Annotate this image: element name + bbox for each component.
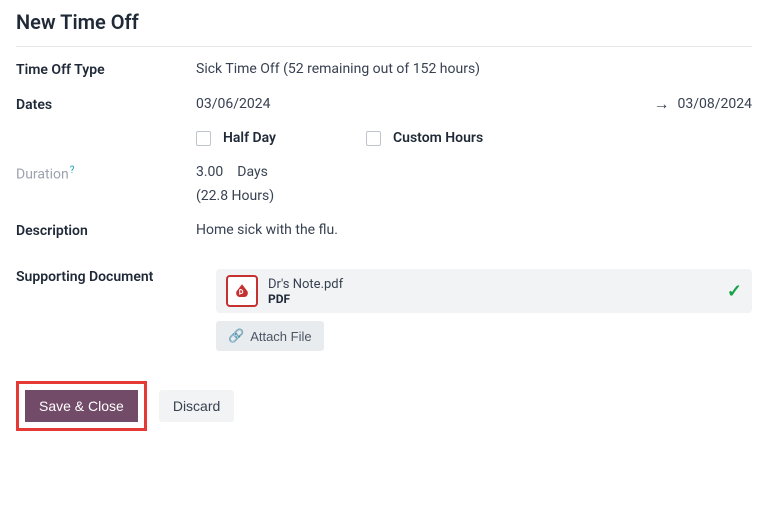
file-name: Dr's Note.pdf: [268, 277, 343, 292]
file-type: PDF: [268, 292, 343, 306]
attach-file-label: Attach File: [250, 329, 311, 344]
row-time-off-type: Time Off Type Sick Time Off (52 remainin…: [16, 61, 752, 78]
custom-hours-label: Custom Hours: [393, 130, 483, 146]
checkbox-icon: [196, 131, 211, 146]
half-day-label: Half Day: [223, 130, 276, 146]
label-duration: Duration?: [16, 164, 196, 183]
arrow-right-icon: →: [654, 96, 670, 112]
half-day-checkbox[interactable]: Half Day: [196, 130, 276, 146]
save-and-close-button[interactable]: Save & Close: [25, 390, 138, 422]
label-time-off-type: Time Off Type: [16, 61, 196, 78]
uploaded-file[interactable]: Dr's Note.pdf PDF ✓: [216, 269, 752, 313]
duration-unit: Days: [237, 164, 268, 180]
page-title: New Time Off: [16, 10, 752, 46]
value-time-off-type[interactable]: Sick Time Off (52 remaining out of 152 h…: [196, 61, 752, 77]
check-icon: ✓: [727, 281, 742, 302]
row-dates: Dates 03/06/2024 → 03/08/2024 Half Day C…: [16, 96, 752, 146]
checkbox-icon: [366, 131, 381, 146]
custom-hours-checkbox[interactable]: Custom Hours: [366, 130, 483, 146]
label-dates: Dates: [16, 96, 196, 113]
save-highlight-box: Save & Close: [16, 381, 147, 431]
row-description: Description Home sick with the flu.: [16, 222, 752, 239]
duration-amount: 3.00: [196, 164, 223, 180]
row-duration: Duration? 3.00 Days (22.8 Hours): [16, 164, 752, 204]
date-end[interactable]: 03/08/2024: [678, 96, 753, 112]
attach-file-button[interactable]: 🔗 Attach File: [216, 321, 324, 351]
duration-hours: (22.8 Hours): [196, 188, 752, 204]
date-start[interactable]: 03/06/2024: [196, 96, 271, 112]
label-supporting-document: Supporting Document: [16, 269, 216, 285]
row-supporting-document: Supporting Document Dr's Note.pdf PDF: [16, 269, 752, 351]
footer-actions: Save & Close Discard: [16, 381, 752, 431]
divider: [16, 46, 752, 47]
discard-button[interactable]: Discard: [159, 390, 234, 422]
paperclip-icon: 🔗: [228, 328, 244, 344]
pdf-icon: [226, 275, 258, 307]
help-icon[interactable]: ?: [70, 165, 75, 176]
value-description[interactable]: Home sick with the flu.: [196, 222, 752, 238]
label-description: Description: [16, 222, 196, 239]
